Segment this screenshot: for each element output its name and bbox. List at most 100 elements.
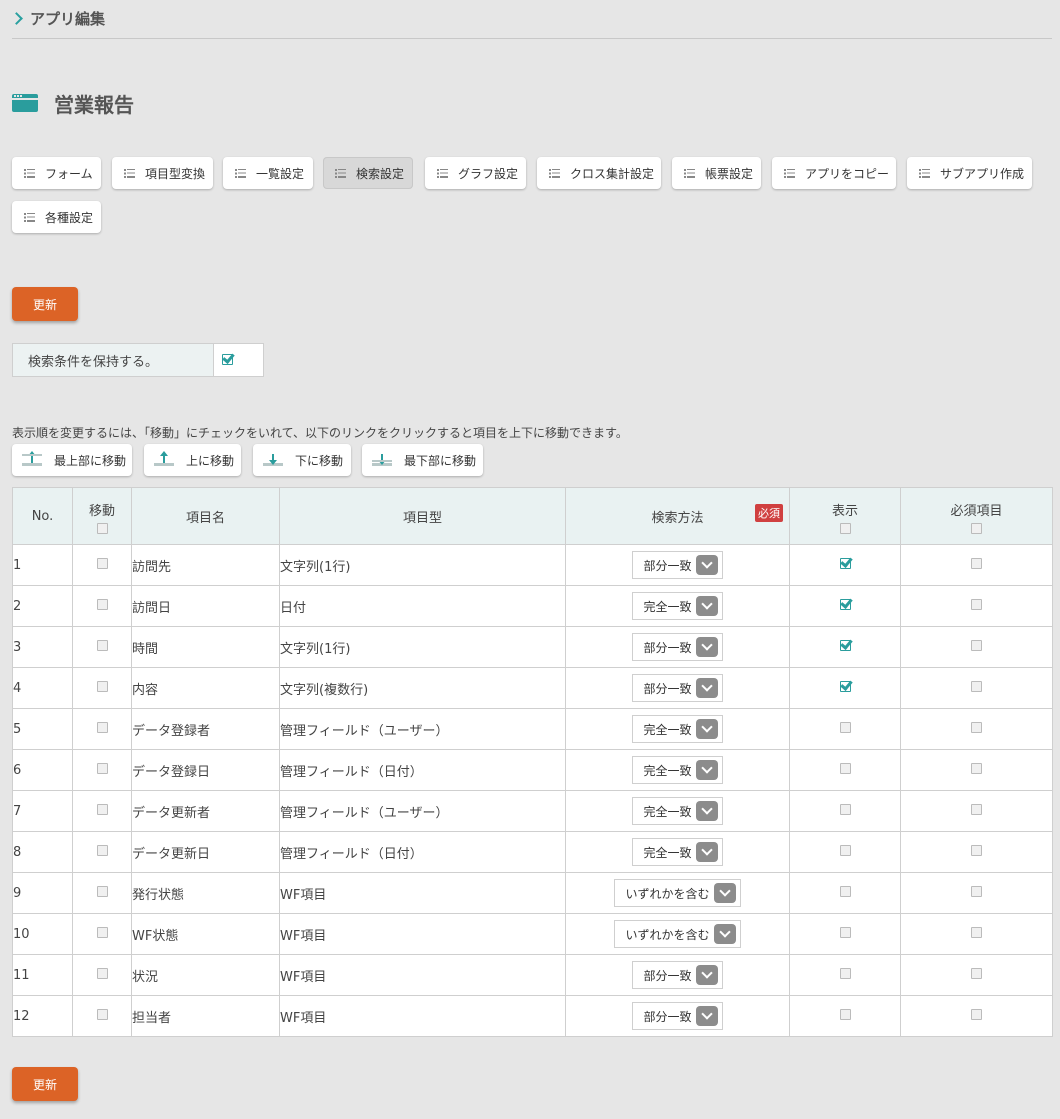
display-checkbox[interactable] — [839, 967, 851, 979]
required-checkbox[interactable] — [971, 844, 982, 856]
row-required-cell — [900, 749, 1053, 791]
chevron-down-icon — [695, 678, 718, 698]
chevron-down-icon — [695, 1006, 718, 1026]
display-all-checkbox[interactable] — [839, 523, 851, 534]
row-move-checkbox[interactable] — [96, 844, 108, 856]
search-method-select[interactable]: 部分一致 — [632, 633, 723, 661]
search-method-select[interactable]: 完全一致 — [632, 838, 723, 866]
row-move-checkbox[interactable] — [96, 803, 108, 815]
row-no: 3 — [12, 626, 73, 668]
chevron-down-icon — [695, 596, 718, 616]
display-checkbox[interactable] — [839, 598, 851, 610]
tab-copy-app[interactable]: アプリをコピー — [772, 157, 896, 189]
header-move-label: 移動 — [88, 504, 115, 519]
display-checkbox[interactable] — [839, 926, 851, 938]
search-method-select[interactable]: 完全一致 — [632, 715, 723, 743]
row-field-type: 管理フィールド（日付） — [279, 831, 566, 873]
display-checkbox[interactable] — [839, 803, 851, 815]
row-move-checkbox[interactable] — [96, 639, 108, 651]
tab-create-subapp[interactable]: サブアプリ作成 — [907, 157, 1032, 189]
required-checkbox[interactable] — [971, 598, 982, 610]
required-checkbox[interactable] — [971, 967, 982, 979]
row-required-cell — [900, 708, 1053, 750]
row-no: 8 — [12, 831, 73, 873]
update-button[interactable]: 更新 — [12, 287, 78, 321]
search-method-value: 完全一致 — [643, 804, 692, 819]
row-field-name: 発行状態 — [131, 872, 280, 914]
tab-form[interactable]: フォーム — [12, 157, 101, 189]
row-move-checkbox[interactable] — [96, 557, 108, 569]
row-move-checkbox[interactable] — [96, 885, 108, 897]
table-row: 5 データ登録者 管理フィールド（ユーザー） 完全一致 — [12, 708, 1053, 750]
move-to-bottom-button[interactable]: 最下部に移動 — [362, 444, 483, 476]
row-move-checkbox[interactable] — [96, 967, 108, 979]
search-method-value: 部分一致 — [643, 968, 692, 983]
row-method-cell: 部分一致 — [565, 995, 790, 1037]
list-icon — [335, 168, 346, 178]
tab-crosstab-settings[interactable]: クロス集計設定 — [537, 157, 661, 189]
required-checkbox[interactable] — [971, 1008, 982, 1020]
display-checkbox[interactable] — [839, 680, 851, 692]
move-to-top-button[interactable]: 最上部に移動 — [12, 444, 132, 476]
required-checkbox[interactable] — [971, 680, 982, 692]
move-up-button[interactable]: 上に移動 — [144, 444, 241, 476]
display-checkbox[interactable] — [839, 885, 851, 897]
required-checkbox[interactable] — [971, 762, 982, 774]
search-method-select[interactable]: 部分一致 — [632, 1002, 723, 1030]
display-checkbox[interactable] — [839, 762, 851, 774]
search-method-select[interactable]: 完全一致 — [632, 756, 723, 784]
chevron-down-icon — [695, 760, 718, 780]
search-method-select[interactable]: 部分一致 — [632, 961, 723, 989]
row-move-checkbox[interactable] — [96, 721, 108, 733]
search-method-value: 部分一致 — [643, 640, 692, 655]
tab-form-report-settings[interactable]: 帳票設定 — [672, 157, 761, 189]
update-button-bottom[interactable]: 更新 — [12, 1067, 78, 1101]
row-no: 2 — [12, 585, 73, 627]
row-move-checkbox[interactable] — [96, 680, 108, 692]
move-all-checkbox[interactable] — [96, 523, 108, 534]
required-all-checkbox[interactable] — [971, 523, 982, 534]
row-display-cell — [789, 831, 901, 873]
header-no: No. — [12, 487, 73, 545]
required-checkbox[interactable] — [971, 926, 982, 938]
display-checkbox[interactable] — [839, 844, 851, 856]
display-checkbox[interactable] — [839, 1008, 851, 1020]
tab-field-type-convert[interactable]: 項目型変換 — [112, 157, 213, 189]
row-method-cell: 部分一致 — [565, 954, 790, 996]
row-move-checkbox[interactable] — [96, 926, 108, 938]
row-move-checkbox[interactable] — [96, 1008, 108, 1020]
chevron-right-icon — [10, 11, 23, 25]
display-checkbox[interactable] — [839, 557, 851, 569]
move-down-button[interactable]: 下に移動 — [253, 444, 351, 476]
search-method-select[interactable]: 完全一致 — [632, 797, 723, 825]
required-checkbox[interactable] — [971, 885, 982, 897]
row-move-checkbox[interactable] — [96, 598, 108, 610]
display-checkbox[interactable] — [839, 721, 851, 733]
required-checkbox[interactable] — [971, 639, 982, 651]
row-move-cell — [72, 995, 132, 1037]
row-display-cell — [789, 954, 901, 996]
chevron-down-icon — [695, 801, 718, 821]
search-method-select[interactable]: いずれかを含む — [614, 879, 741, 907]
required-checkbox[interactable] — [971, 721, 982, 733]
display-checkbox[interactable] — [839, 639, 851, 651]
search-method-select[interactable]: いずれかを含む — [614, 920, 741, 948]
keep-condition-checkbox[interactable] — [222, 354, 233, 365]
tab-search-settings[interactable]: 検索設定 — [323, 157, 413, 189]
row-move-cell — [72, 544, 132, 586]
row-move-checkbox[interactable] — [96, 762, 108, 774]
search-method-value: 完全一致 — [643, 845, 692, 860]
required-checkbox[interactable] — [971, 557, 982, 569]
header-method: 検索方法 必須 — [565, 487, 790, 545]
row-move-cell — [72, 585, 132, 627]
required-checkbox[interactable] — [971, 803, 982, 815]
row-required-cell — [900, 954, 1053, 996]
search-method-select[interactable]: 部分一致 — [632, 674, 723, 702]
tab-list-settings[interactable]: 一覧設定 — [223, 157, 313, 189]
search-method-select[interactable]: 完全一致 — [632, 592, 723, 620]
search-method-select[interactable]: 部分一致 — [632, 551, 723, 579]
header-required-item-label: 必須項目 — [950, 504, 1003, 519]
search-settings-table: No. 移動 項目名 項目型 検索方法 必須 表示 必須項目 1 訪問先 文字列(1… — [12, 487, 1053, 1037]
tab-misc-settings[interactable]: 各種設定 — [12, 201, 101, 233]
tab-graph-settings[interactable]: グラフ設定 — [425, 157, 526, 189]
